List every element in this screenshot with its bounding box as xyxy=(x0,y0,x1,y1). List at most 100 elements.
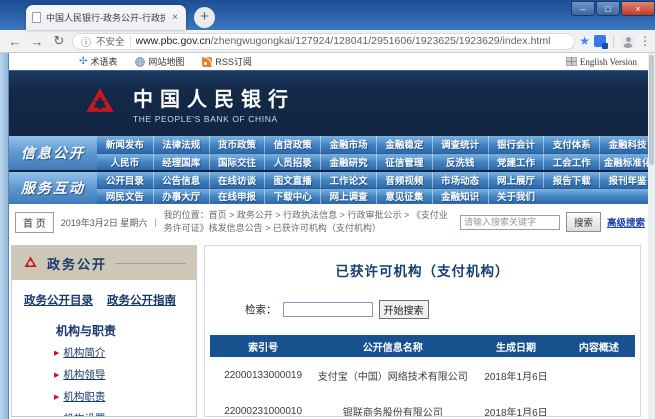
site-search-button[interactable]: 搜索 xyxy=(566,212,601,232)
sidebar-item-link[interactable]: 机构领导 xyxy=(63,367,105,382)
nav-section-label-1[interactable]: 服务互动 xyxy=(9,172,97,204)
nav-item[interactable]: 报告下载 xyxy=(543,172,599,188)
tab-close-icon[interactable]: × xyxy=(170,12,180,23)
sidebar-link[interactable]: 政务公开指南 xyxy=(107,292,176,308)
nav-item[interactable]: 信贷政策 xyxy=(264,136,320,153)
chrome-menu-icon[interactable]: ⋮ xyxy=(639,34,649,48)
reload-icon[interactable]: ↻ xyxy=(50,33,68,49)
nav-item[interactable]: 法律法规 xyxy=(153,136,209,153)
nav-item[interactable]: 关于我们 xyxy=(488,189,544,205)
extension-icon[interactable] xyxy=(594,35,606,47)
nav-section-label-0[interactable]: 信息公开 xyxy=(9,136,97,170)
url-input[interactable]: ⓘ 不安全 www.pbc.gov.cn/zhengwugongkai/1279… xyxy=(72,33,575,50)
site-search-input[interactable] xyxy=(460,215,560,230)
nav-item[interactable]: 金融标准化 xyxy=(599,154,655,171)
table-header: 内容概述 xyxy=(563,335,635,357)
sidebar-link[interactable]: 政务公开目录 xyxy=(24,292,93,308)
table-row[interactable]: 22000133000019支付宝（中国）网络技术有限公司2018年1月6日 xyxy=(210,357,635,393)
nav-item[interactable]: 意见征集 xyxy=(376,189,432,205)
date-divider: | xyxy=(154,217,156,227)
nav-item[interactable]: 支付体系 xyxy=(543,136,599,153)
nav-item[interactable]: 经理国库 xyxy=(153,154,209,171)
nav-item[interactable]: 工作论文 xyxy=(320,172,376,188)
browser-tab[interactable]: 中国人民银行-政务公开-行政执… × xyxy=(26,5,186,30)
nav-item[interactable]: 金融稳定 xyxy=(376,136,432,153)
info-icon[interactable]: ⓘ xyxy=(81,34,91,49)
nav-item[interactable]: 音频视频 xyxy=(376,172,432,188)
nav-item[interactable]: 报刊年鉴 xyxy=(599,172,655,188)
cell-index-number: 22000231000010 xyxy=(210,393,316,417)
sidebar-item[interactable]: ▶ 机构领导 xyxy=(54,367,196,382)
nav-item[interactable]: 反洗钱 xyxy=(432,154,488,171)
new-tab-button[interactable]: + xyxy=(194,7,215,28)
nav-item[interactable]: 金融知识 xyxy=(432,189,488,205)
cell-index-number: 22000133000019 xyxy=(210,357,316,393)
webpage: ✣ 术语表 网站地图 RSS订阅 English Version xyxy=(9,53,655,419)
nav-item[interactable]: 货币政策 xyxy=(209,136,265,153)
nav-item[interactable]: 市场动态 xyxy=(432,172,488,188)
sidebar-title: 政务公开 xyxy=(47,254,107,273)
nav-item[interactable]: 金融研究 xyxy=(320,154,376,171)
nav-item[interactable]: 公开目录 xyxy=(97,172,153,188)
sidebar-item[interactable]: ▶机构职责 xyxy=(54,389,196,404)
nav-item[interactable]: 人员招录 xyxy=(264,154,320,171)
toolbar-divider xyxy=(613,35,614,48)
nav-item[interactable]: 金融市场 xyxy=(320,136,376,153)
sidebar-section-title: 机构与职责 xyxy=(56,322,196,339)
scrollbar-thumb[interactable] xyxy=(649,55,654,165)
triangle-bullet-icon: ▶ xyxy=(54,371,59,379)
sidebar-item[interactable]: ▶机构设置 xyxy=(54,411,196,417)
sidebar-item-link[interactable]: 机构简介 xyxy=(63,345,105,360)
nav-item[interactable]: 银行会计 xyxy=(488,136,544,153)
rss-link[interactable]: RSS订阅 xyxy=(202,55,252,68)
nav-item[interactable]: 调查统计 xyxy=(432,136,488,153)
bank-name-en: THE PEOPLE'S BANK OF CHINA xyxy=(133,114,295,124)
nav-item[interactable]: 工会工作 xyxy=(543,154,599,171)
table-row[interactable]: 22000231000010银联商务股份有限公司2018年1月6日 xyxy=(210,393,635,417)
forward-icon[interactable]: → xyxy=(28,34,46,49)
sitemap-link[interactable]: 网站地图 xyxy=(135,55,184,68)
table-header: 索引号 xyxy=(210,335,316,357)
start-search-button[interactable]: 开始搜索 xyxy=(379,300,429,319)
nav-item[interactable]: 金融科技 xyxy=(599,136,655,153)
nav-item[interactable]: 下载中心 xyxy=(264,189,320,205)
page-title: 已获许可机构（支付机构） xyxy=(205,260,640,280)
minimize-button[interactable]: – xyxy=(571,1,595,16)
back-icon[interactable]: ← xyxy=(6,34,24,49)
maximize-button[interactable]: □ xyxy=(596,1,620,16)
nav-item[interactable]: 办事大厅 xyxy=(153,189,209,205)
bank-name-cn: 中国人民银行 xyxy=(133,83,295,112)
bookmark-star-icon[interactable]: ★ xyxy=(579,34,590,48)
sidebar-item-link[interactable]: 机构设置 xyxy=(63,411,105,417)
window-controls: – □ × xyxy=(570,1,655,16)
list-search-label: 检索： xyxy=(245,302,277,317)
nav-item[interactable]: 网上调查 xyxy=(320,189,376,205)
list-search-input[interactable] xyxy=(283,302,373,317)
profile-avatar[interactable] xyxy=(621,34,635,48)
cell-date: 2018年1月6日 xyxy=(469,393,563,417)
triangle-bullet-icon: ▶ xyxy=(54,349,59,357)
nav-item[interactable]: 征信管理 xyxy=(376,154,432,171)
nav-item[interactable]: 公告信息 xyxy=(153,172,209,188)
nav-item[interactable]: 人民币 xyxy=(97,154,153,171)
sidebar-item-link[interactable]: 机构职责 xyxy=(63,389,105,404)
nav-item[interactable]: 网民文告 xyxy=(97,189,153,205)
nav-item[interactable]: 新闻发布 xyxy=(97,136,153,153)
english-version-link[interactable]: English Version xyxy=(566,57,637,67)
close-button[interactable]: × xyxy=(621,1,655,16)
nav-item[interactable]: 国际交往 xyxy=(209,154,265,171)
sidebar-item[interactable]: ▶ 机构简介 xyxy=(54,345,196,360)
nav-item[interactable]: 在线访谈 xyxy=(209,172,265,188)
breadcrumb: 我的位置：首页 > 政务公开 > 行政执法信息 > 行政审批公示 > 《支付业务… xyxy=(164,209,453,235)
scrollbar[interactable] xyxy=(648,53,655,419)
main-panel: 已获许可机构（支付机构） 检索： 开始搜索 索引号公开信息名称生成日期内容概述 … xyxy=(204,245,641,417)
nav-item[interactable]: 网上展厅 xyxy=(488,172,544,188)
home-button[interactable]: 首 页 xyxy=(15,212,54,233)
sidebar-quick-links: 政务公开目录政务公开指南 xyxy=(12,280,196,312)
advanced-search-link[interactable]: 高级搜索 xyxy=(607,215,645,229)
glossary-link[interactable]: ✣ 术语表 xyxy=(79,55,117,68)
nav-item[interactable]: 党建工作 xyxy=(488,154,544,171)
nav-item[interactable]: 图文直播 xyxy=(264,172,320,188)
nav-item[interactable]: 在线申报 xyxy=(209,189,265,205)
rss-icon xyxy=(202,57,212,67)
